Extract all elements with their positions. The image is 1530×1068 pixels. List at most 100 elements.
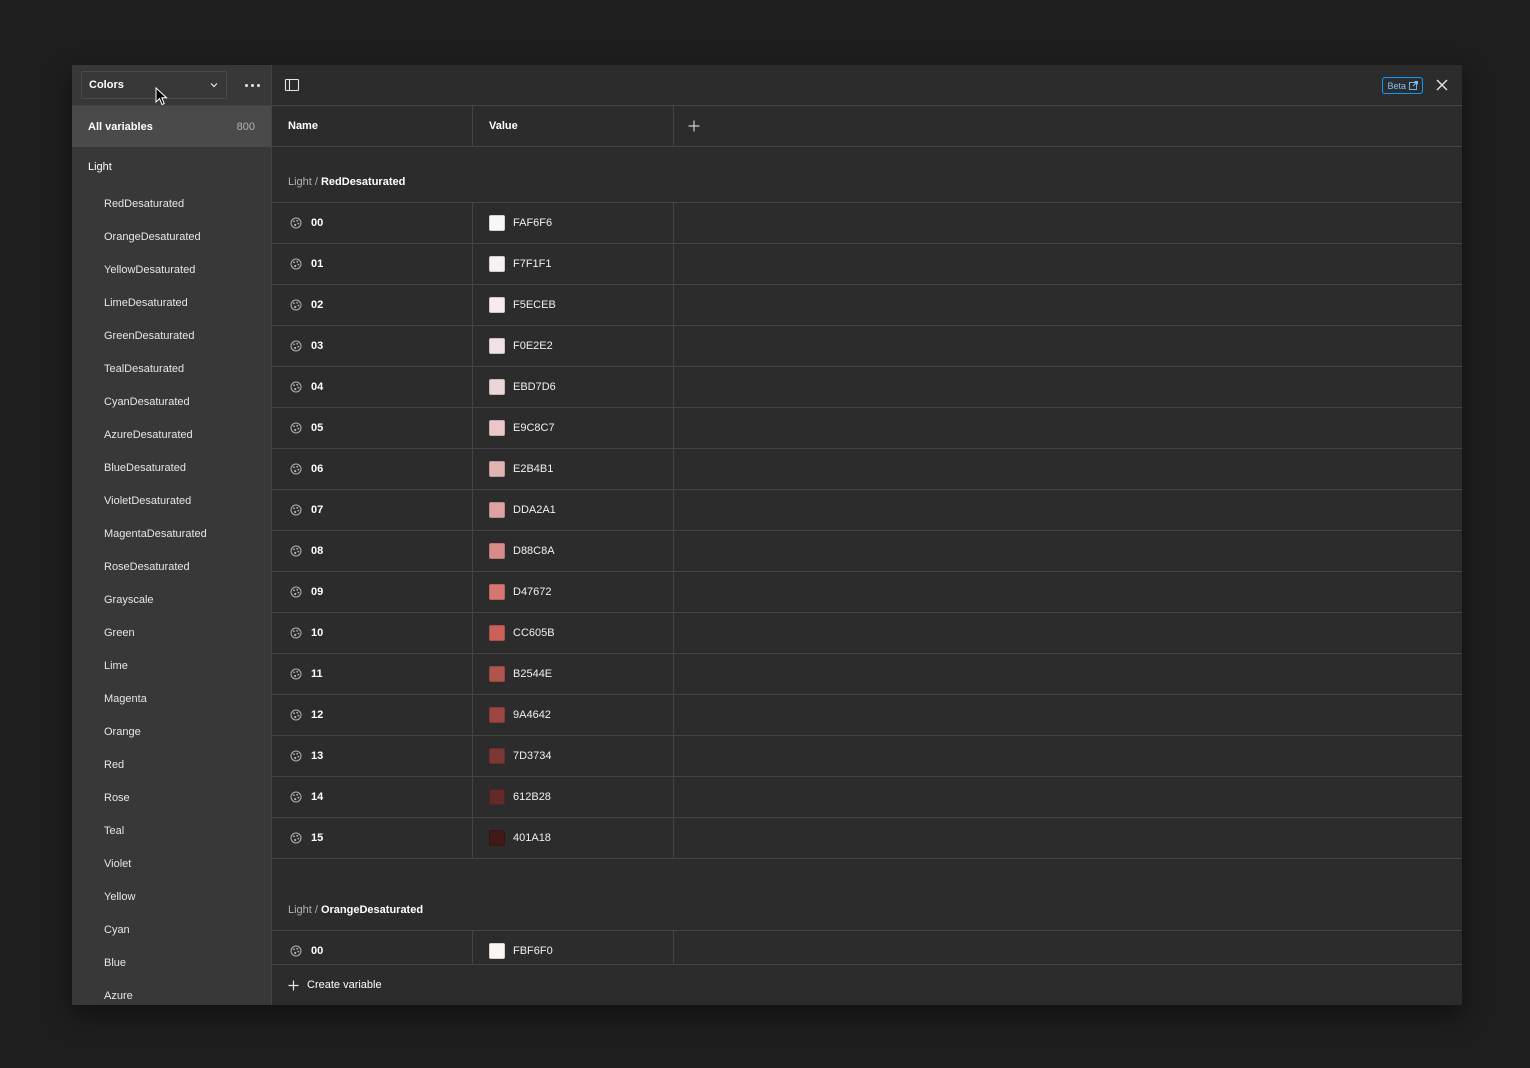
variable-name-cell[interactable]: 13 [272, 736, 473, 776]
variable-value-cell[interactable]: E2B4B1 [473, 449, 674, 489]
sidebar-item[interactable]: Magenta [72, 682, 271, 715]
variable-name-cell[interactable]: 06 [272, 449, 473, 489]
sidebar-item[interactable]: Orange [72, 715, 271, 748]
table-row[interactable]: 08 D88C8A [272, 531, 1462, 572]
variable-value-cell[interactable]: FAF6F6 [473, 203, 674, 243]
table-row[interactable]: 00 FBF6F0 [272, 931, 1462, 964]
variable-name-cell[interactable]: 00 [272, 203, 473, 243]
color-swatch[interactable] [489, 748, 505, 764]
sidebar-item[interactable]: OrangeDesaturated [72, 220, 271, 253]
variable-name-cell[interactable]: 12 [272, 695, 473, 735]
variable-value-cell[interactable]: 612B28 [473, 777, 674, 817]
table-row[interactable]: 14 612B28 [272, 777, 1462, 818]
variable-value-cell[interactable]: D47672 [473, 572, 674, 612]
sidebar-item[interactable]: Rose [72, 781, 271, 814]
variable-name-cell[interactable]: 14 [272, 777, 473, 817]
sidebar-item[interactable]: RoseDesaturated [72, 550, 271, 583]
sidebar-item-all-variables[interactable]: All variables 800 [72, 106, 271, 147]
variable-value-cell[interactable]: F7F1F1 [473, 244, 674, 284]
color-swatch[interactable] [489, 666, 505, 682]
column-name-header[interactable]: Name [272, 106, 473, 146]
variable-value-cell[interactable]: F5ECEB [473, 285, 674, 325]
color-swatch[interactable] [489, 543, 505, 559]
variable-value-cell[interactable]: F0E2E2 [473, 326, 674, 366]
variable-value-cell[interactable]: D88C8A [473, 531, 674, 571]
sidebar-item[interactable]: Azure [72, 979, 271, 1005]
sidebar-item[interactable]: Yellow [72, 880, 271, 913]
color-swatch[interactable] [489, 297, 505, 313]
sidebar-group-light[interactable]: Light [72, 147, 271, 187]
table-row[interactable]: 11 B2544E [272, 654, 1462, 695]
color-swatch[interactable] [489, 379, 505, 395]
close-icon[interactable] [1434, 77, 1450, 93]
sidebar-item[interactable]: LimeDesaturated [72, 286, 271, 319]
variable-name-cell[interactable]: 00 [272, 931, 473, 964]
table-row[interactable]: 01 F7F1F1 [272, 244, 1462, 285]
color-swatch[interactable] [489, 584, 505, 600]
table-row[interactable]: 05 E9C8C7 [272, 408, 1462, 449]
variable-name-cell[interactable]: 02 [272, 285, 473, 325]
table-row[interactable]: 03 F0E2E2 [272, 326, 1462, 367]
sidebar-item[interactable]: Cyan [72, 913, 271, 946]
sidebar-item[interactable]: Green [72, 616, 271, 649]
variable-name-cell[interactable]: 11 [272, 654, 473, 694]
table-row[interactable]: 13 7D3734 [272, 736, 1462, 777]
variable-name-cell[interactable]: 05 [272, 408, 473, 448]
variable-name-cell[interactable]: 04 [272, 367, 473, 407]
sidebar-item[interactable]: AzureDesaturated [72, 418, 271, 451]
variable-name-cell[interactable]: 10 [272, 613, 473, 653]
variable-name-cell[interactable]: 03 [272, 326, 473, 366]
collection-dropdown[interactable]: Colors [81, 71, 227, 99]
color-swatch[interactable] [489, 502, 505, 518]
variable-name-cell[interactable]: 08 [272, 531, 473, 571]
table-row[interactable]: 10 CC605B [272, 613, 1462, 654]
sidebar-item[interactable]: MagentaDesaturated [72, 517, 271, 550]
sidebar-item[interactable]: Blue [72, 946, 271, 979]
beta-badge[interactable]: Beta [1382, 77, 1423, 94]
table-row[interactable]: 09 D47672 [272, 572, 1462, 613]
color-swatch[interactable] [489, 215, 505, 231]
table-row[interactable]: 07 DDA2A1 [272, 490, 1462, 531]
color-swatch[interactable] [489, 707, 505, 723]
color-swatch[interactable] [489, 420, 505, 436]
color-swatch[interactable] [489, 256, 505, 272]
variable-name-cell[interactable]: 09 [272, 572, 473, 612]
variable-value-cell[interactable]: 9A4642 [473, 695, 674, 735]
color-swatch[interactable] [489, 830, 505, 846]
table-row[interactable]: 00 FAF6F6 [272, 203, 1462, 244]
create-variable-button[interactable]: Create variable [272, 964, 1462, 1005]
sidebar-item[interactable]: YellowDesaturated [72, 253, 271, 286]
color-swatch[interactable] [489, 461, 505, 477]
variable-name-cell[interactable]: 15 [272, 818, 473, 858]
table-row[interactable]: 12 9A4642 [272, 695, 1462, 736]
table-row[interactable]: 04 EBD7D6 [272, 367, 1462, 408]
variable-name-cell[interactable]: 07 [272, 490, 473, 530]
variable-name-cell[interactable]: 01 [272, 244, 473, 284]
color-swatch[interactable] [489, 789, 505, 805]
variable-value-cell[interactable]: FBF6F0 [473, 931, 674, 964]
variable-value-cell[interactable]: DDA2A1 [473, 490, 674, 530]
sidebar-item[interactable]: VioletDesaturated [72, 484, 271, 517]
variable-value-cell[interactable]: 401A18 [473, 818, 674, 858]
variable-value-cell[interactable]: B2544E [473, 654, 674, 694]
sidebar-item[interactable]: GreenDesaturated [72, 319, 271, 352]
color-swatch[interactable] [489, 338, 505, 354]
sidebar-toggle-icon[interactable] [284, 77, 300, 93]
sidebar-item[interactable]: Lime [72, 649, 271, 682]
sidebar-item[interactable]: RedDesaturated [72, 187, 271, 220]
sidebar-item[interactable]: Red [72, 748, 271, 781]
sidebar-item[interactable]: Violet [72, 847, 271, 880]
sidebar-item[interactable]: BlueDesaturated [72, 451, 271, 484]
variable-value-cell[interactable]: EBD7D6 [473, 367, 674, 407]
table-row[interactable]: 15 401A18 [272, 818, 1462, 859]
sidebar-item[interactable]: CyanDesaturated [72, 385, 271, 418]
variable-value-cell[interactable]: E9C8C7 [473, 408, 674, 448]
variable-value-cell[interactable]: CC605B [473, 613, 674, 653]
table-row[interactable]: 02 F5ECEB [272, 285, 1462, 326]
table-row[interactable]: 06 E2B4B1 [272, 449, 1462, 490]
variables-table[interactable]: Light / RedDesaturated 00 FAF6F6 01 F7F1F1 02 F… [272, 147, 1462, 964]
sidebar-item[interactable]: Grayscale [72, 583, 271, 616]
more-options-icon[interactable] [240, 75, 264, 95]
add-mode-button[interactable] [674, 106, 714, 146]
variable-value-cell[interactable]: 7D3734 [473, 736, 674, 776]
